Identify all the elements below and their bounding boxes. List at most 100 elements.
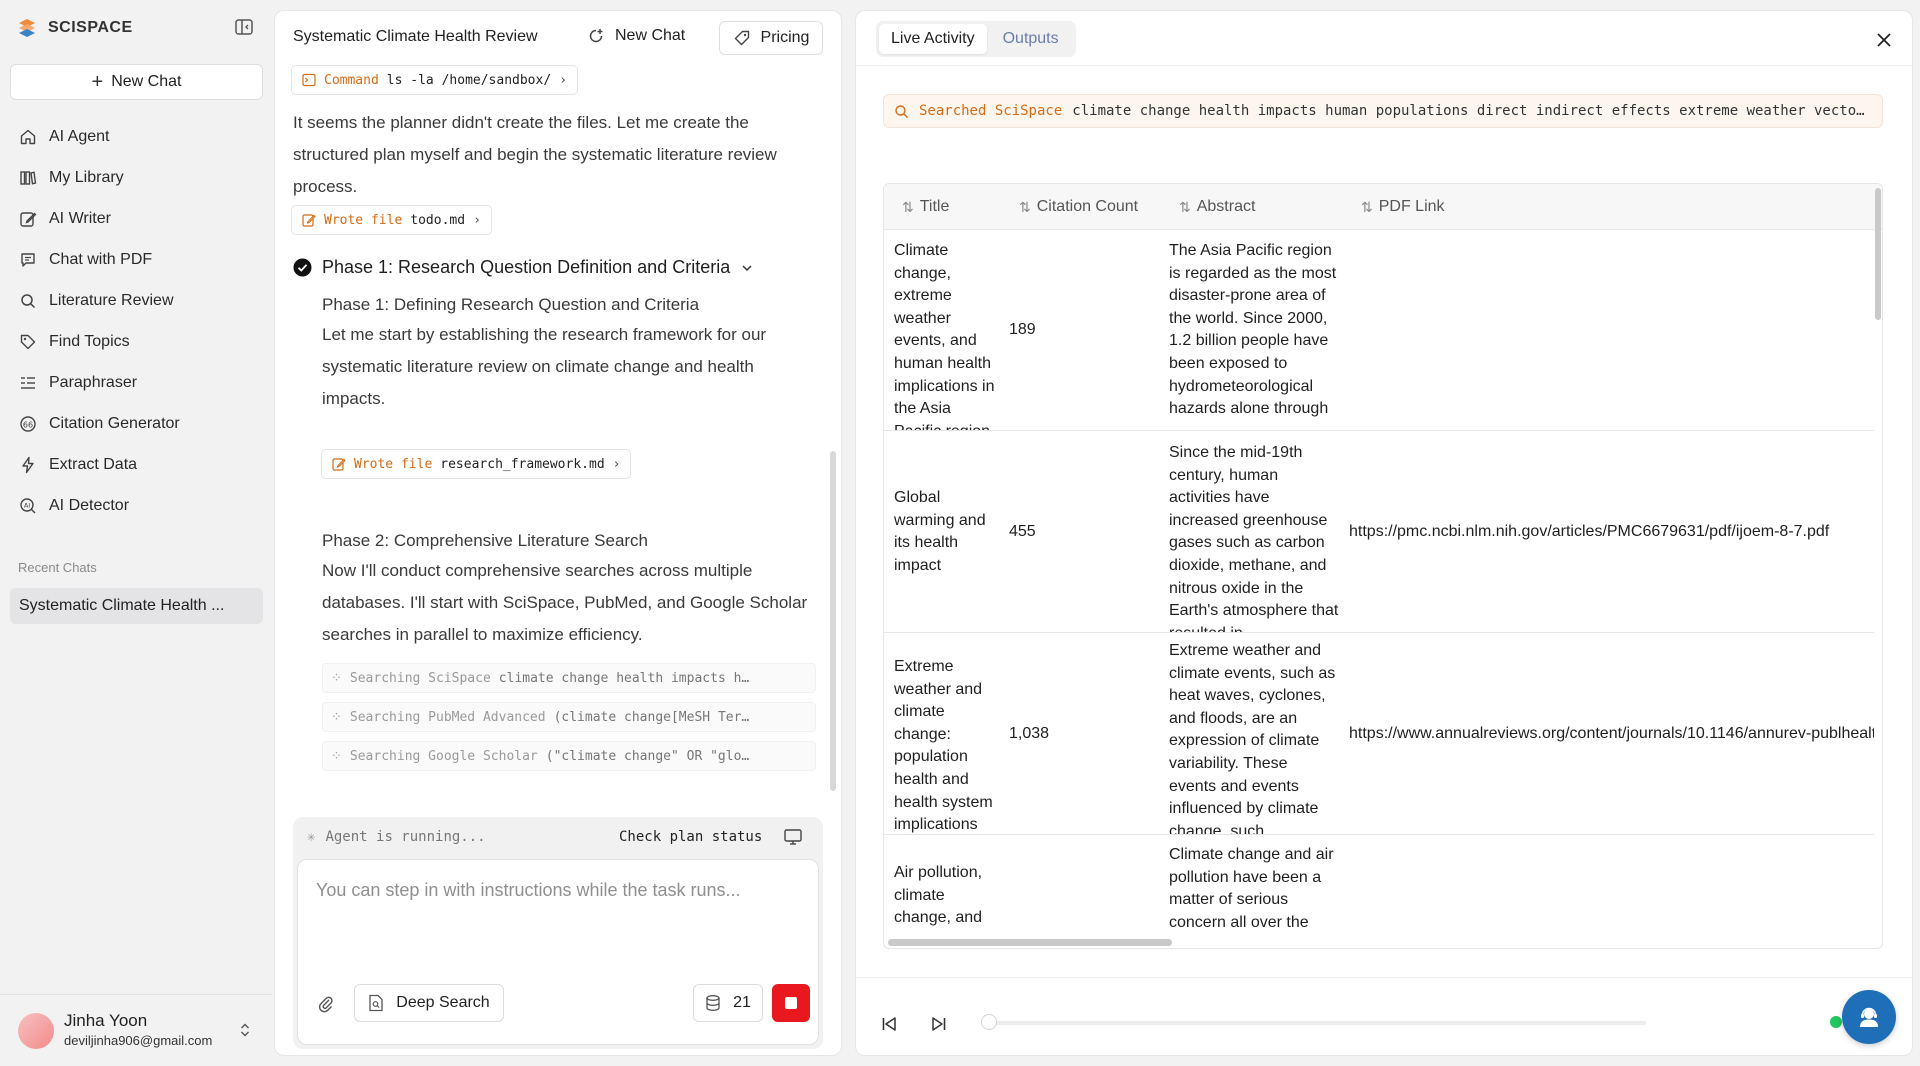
skip-forward-icon[interactable] [930,1015,948,1033]
searched-query: climate change health impacts human popu… [1072,103,1872,119]
deep-search-button[interactable]: Deep Search [354,984,504,1022]
sidebar-item-my-library[interactable]: My Library [10,157,263,198]
sidebar-item-ai-detector[interactable]: AI AI Detector [10,485,263,526]
brand[interactable]: SCISPACE [16,16,133,40]
tab-outputs[interactable]: Outputs [991,24,1071,54]
column-header-abstract[interactable]: ⇅ Abstract [1179,198,1255,216]
sidebar-item-ai-writer[interactable]: AI Writer [10,198,263,239]
header-new-chat-label: New Chat [615,27,686,44]
tab-live-activity[interactable]: Live Activity [879,24,987,54]
table-row[interactable]: Global warming and its health impact 455… [884,432,1874,633]
chat-title: Systematic Climate Health Review [293,28,538,45]
table-horizontal-scrollbar[interactable] [888,939,1172,946]
cell-title: Extreme weather and climate change: popu… [894,658,993,834]
phase2-text: Now I'll conduct comprehensive searches … [322,561,808,644]
sidebar-item-chat-with-pdf[interactable]: Chat with PDF [10,239,263,280]
sidebar-item-label: Chat with PDF [49,250,153,268]
instruction-input[interactable]: You can step in with instructions while … [297,859,819,1045]
avatar [18,1013,54,1049]
column-header-label: Title [919,198,950,215]
column-header-pdf-link[interactable]: ⇅ PDF Link [1361,198,1445,216]
results-table: ⇅ Title ⇅ Citation Count ⇅ Abstract ⇅ PD… [883,183,1883,949]
sidebar-item-literature-review[interactable]: Literature Review [10,280,263,321]
credits-value: 21 [733,994,751,1011]
wrote-file-chip[interactable]: Wrote file todo.md › [291,205,492,235]
support-chat-button[interactable] [1842,990,1896,1044]
table-vertical-scrollbar[interactable] [1875,188,1881,320]
chat-scrollbar[interactable] [830,451,836,791]
monitor-icon[interactable] [783,827,803,847]
stop-button[interactable] [772,984,810,1022]
table-row[interactable]: Extreme weather and climate change: popu… [884,634,1874,835]
phase1-text: Let me start by establishing the researc… [322,325,767,408]
detector-icon: AI [20,497,36,513]
chevron-right-icon: › [559,72,567,88]
playback-progress-track[interactable] [986,1021,1646,1025]
cell-abstract: Extreme weather and climate events, such… [1169,642,1336,835]
sidebar-item-label: AI Agent [49,127,110,145]
searched-scispace-chip[interactable]: Searched SciSpace climate change health … [883,94,1883,128]
user-profile[interactable]: Jinha Yoon deviljinha906@gmail.com [0,994,272,1066]
phase1-title: Phase 1: Defining Research Question and … [322,295,700,314]
document-search-icon [369,994,383,1012]
wrote-file-name: todo.md [410,212,466,228]
plus-icon: + [91,71,104,93]
credits-counter[interactable]: 21 [693,984,763,1022]
agent-status: ✳ Agent is running... [307,829,486,845]
phase-header[interactable]: Phase 1: Research Question Definition an… [293,257,754,278]
wrote-file-chip[interactable]: Wrote file research_framework.md › [321,449,632,479]
search-source: Searching SciSpace [349,670,491,686]
column-header-title[interactable]: ⇅ Title [902,198,949,216]
cell-pdf-link[interactable]: https://www.annualreviews.org/content/jo… [1349,723,1874,746]
sidebar-item-find-topics[interactable]: Find Topics [10,321,263,362]
cell-title: Air pollution, climate change, and [894,864,983,927]
sidebar-item-ai-agent[interactable]: AI Agent [10,116,263,157]
paperclip-icon[interactable] [316,994,336,1014]
command-chip-arg: ls -la /home/sandbox/ [386,72,552,88]
phase-header-label: Phase 1: Research Question Definition an… [322,257,731,277]
sidebar-item-label: AI Writer [49,209,111,227]
sort-icon: ⇅ [1019,198,1031,215]
skip-back-icon[interactable] [880,1015,898,1033]
table-header: ⇅ Title ⇅ Citation Count ⇅ Abstract ⇅ PD… [884,184,1882,230]
new-chat-label: New Chat [111,73,182,90]
cell-title: Climate change, extreme weather events, … [894,242,995,430]
scispace-logo-icon [19,19,35,37]
assistant-message: It seems the planner didn't create the f… [293,113,777,196]
check-circle-icon [293,258,312,277]
spinner-icon: ⁘ [331,670,342,686]
cell-citation-count: 1,038 [1009,725,1050,742]
check-plan-status-button[interactable]: Check plan status [619,829,762,845]
search-query: climate change health impacts h… [498,670,750,686]
phase2-title: Phase 2: Comprehensive Literature Search [322,531,649,550]
recent-chat-item[interactable]: Systematic Climate Health ... [10,588,263,624]
search-progress-item: ⁘ Searching PubMed Advanced (climate cha… [322,702,816,732]
playback-progress-knob[interactable] [981,1014,997,1030]
sidebar-item-paraphraser[interactable]: Paraphraser [10,362,263,403]
sidebar-item-citation-generator[interactable]: 66 Citation Generator [10,403,263,444]
close-icon[interactable] [1873,29,1895,51]
table-row[interactable]: Air pollution, climate change, and Clima… [884,836,1874,948]
pricing-button[interactable]: Pricing [719,21,823,55]
cell-abstract: Since the mid-19th century, human activi… [1169,444,1339,632]
list-icon [21,376,35,389]
sidebar-collapse-icon[interactable] [234,17,254,37]
search-icon [895,104,908,118]
wrote-file-kind: Wrote file [354,456,433,472]
search-progress-item: ⁘ Searching SciSpace climate change heal… [322,663,816,693]
command-chip[interactable]: Command ls -la /home/sandbox/ › [291,65,578,95]
table-row[interactable]: Climate change, extreme weather events, … [884,230,1874,431]
pricing-label: Pricing [760,29,810,46]
cell-pdf-link[interactable]: https://pmc.ncbi.nlm.nih.gov/articles/PM… [1349,521,1874,544]
chevron-up-down-icon[interactable] [236,1021,254,1039]
sidebar-item-label: My Library [49,168,124,186]
header-new-chat-button[interactable]: New Chat [587,23,685,49]
sidebar-item-label: Extract Data [49,455,138,473]
chat-messages[interactable]: Command ls -la /home/sandbox/ › It seems… [275,59,841,819]
column-header-citation-count[interactable]: ⇅ Citation Count [1019,198,1138,216]
sidebar-item-label: Paraphraser [49,373,138,391]
sidebar-item-extract-data[interactable]: Extract Data [10,444,263,485]
search-source: Searching PubMed Advanced [349,709,546,725]
input-placeholder: You can step in with instructions while … [316,880,741,900]
sidebar-new-chat-button[interactable]: + New Chat [10,64,263,100]
